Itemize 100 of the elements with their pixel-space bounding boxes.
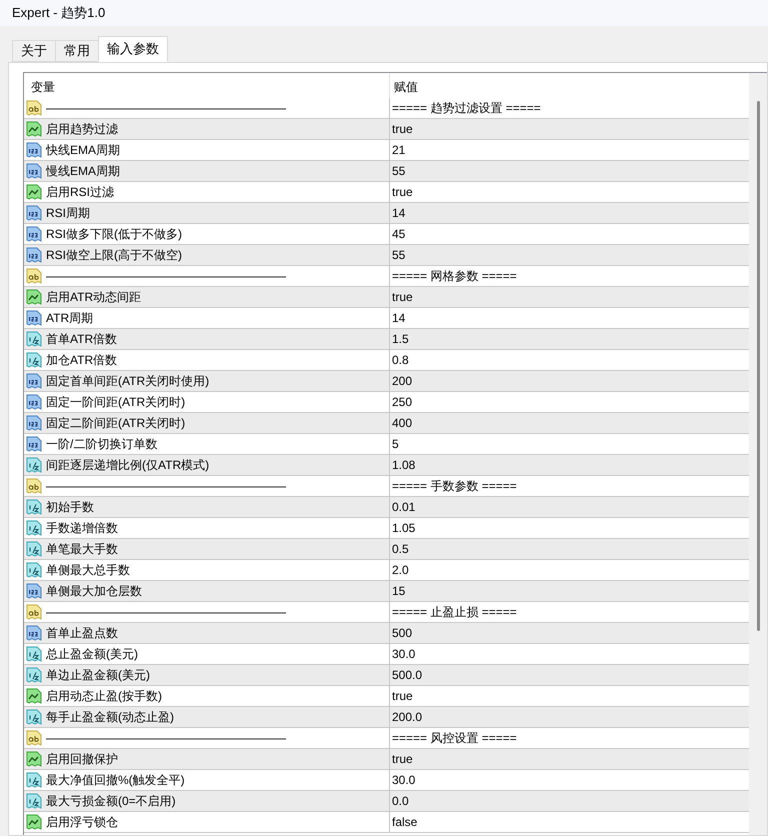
parameter-row[interactable]: RSI做多下限(低于不做多) 45 — [24, 224, 749, 245]
parameter-value: 0.5 — [391, 541, 409, 558]
fraction-type-icon — [26, 772, 42, 788]
fraction-type-icon — [26, 709, 42, 725]
parameter-name: RSI做空上限(高于不做空) — [46, 247, 182, 264]
parameter-value: 0.01 — [391, 499, 416, 516]
parameter-row[interactable]: 总止盈金额(美元) 30.0 — [24, 644, 749, 665]
integer-type-icon — [26, 625, 42, 641]
parameter-row[interactable]: ———————————————————— ===== 网格参数 ===== — [24, 266, 749, 287]
integer-type-icon — [26, 436, 42, 452]
parameter-row[interactable]: 单侧最大总手数 2.0 — [24, 560, 749, 581]
parameter-value: ===== 手数参数 ===== — [391, 478, 517, 495]
fraction-type-icon — [26, 793, 42, 809]
column-header[interactable]: 赋值 — [390, 75, 418, 96]
parameter-row[interactable]: 最大净值回撤%(触发全平) 30.0 — [24, 770, 749, 791]
parameter-name: RSI周期 — [46, 205, 90, 222]
parameter-value: ===== 网格参数 ===== — [391, 268, 517, 285]
parameter-row[interactable]: 首单止盈点数 500 — [24, 623, 749, 644]
parameter-row[interactable]: 每手止盈金额(动态止盈) 200.0 — [24, 707, 749, 728]
parameter-value: 21 — [391, 142, 406, 159]
parameter-name: ———————————————————— — [46, 604, 286, 621]
parameter-row[interactable]: 间距逐层递增比例(仅ATR模式) 1.08 — [24, 455, 749, 476]
parameter-row[interactable]: 启用趋势过滤 true — [24, 119, 749, 140]
parameter-row[interactable]: 固定首单间距(ATR关闭时使用) 200 — [24, 371, 749, 392]
parameter-value: 14 — [391, 205, 406, 222]
string-type-icon — [26, 100, 42, 116]
parameter-name: 手数递增倍数 — [46, 520, 118, 537]
parameter-value: 5 — [391, 436, 399, 453]
parameter-row[interactable]: 加仓ATR倍数 0.8 — [24, 350, 749, 371]
parameter-row[interactable]: ———————————————————— ===== 风控设置 ===== — [24, 728, 749, 749]
parameter-value: 2.0 — [391, 562, 409, 579]
parameter-row[interactable]: 启用RSI过滤 true — [24, 182, 749, 203]
parameter-row[interactable]: 单边止盈金额(美元) 500.0 — [24, 665, 749, 686]
parameter-value: ===== 风控设置 ===== — [391, 730, 517, 747]
parameter-row[interactable]: 最大亏损金额(0=不启用) 0.0 — [24, 791, 749, 812]
string-type-icon — [26, 730, 42, 746]
parameter-name: 最大亏损金额(0=不启用) — [46, 793, 176, 810]
parameter-row[interactable]: RSI周期 14 — [24, 203, 749, 224]
scrollbar-thumb[interactable] — [756, 101, 760, 631]
parameter-row[interactable]: 初始手数 0.01 — [24, 497, 749, 518]
parameter-row[interactable]: 启用ATR动态间距 true — [24, 287, 749, 308]
parameter-row[interactable]: ATR周期 14 — [24, 308, 749, 329]
parameter-value: 400 — [391, 415, 412, 432]
parameter-row[interactable]: 单侧最大加仓层数 15 — [24, 581, 749, 602]
parameter-row[interactable]: 慢线EMA周期 55 — [24, 161, 749, 182]
integer-type-icon — [26, 247, 42, 263]
parameter-row[interactable]: 一阶/二阶切换订单数 5 — [24, 434, 749, 455]
integer-type-icon — [26, 226, 42, 242]
parameter-row[interactable]: ———————————————————— ===== 止盈止损 ===== — [24, 602, 749, 623]
parameter-value: true — [391, 688, 413, 705]
parameter-row[interactable]: 启用动态止盈(按手数) true — [24, 686, 749, 707]
fraction-type-icon — [26, 562, 42, 578]
fraction-type-icon — [26, 457, 42, 473]
parameter-name: 启用趋势过滤 — [46, 121, 118, 138]
toggle-type-icon — [26, 751, 42, 767]
parameter-name: ———————————————————— — [46, 268, 286, 285]
tab[interactable]: 关于 — [12, 40, 55, 62]
parameter-value: 30.0 — [391, 772, 416, 789]
parameter-row[interactable]: 固定一阶间距(ATR关闭时) 250 — [24, 392, 749, 413]
parameter-value: 500.0 — [391, 667, 422, 684]
parameter-name: 固定首单间距(ATR关闭时使用) — [46, 373, 210, 390]
parameter-value: 55 — [391, 163, 406, 180]
parameter-row[interactable]: 快线EMA周期 21 — [24, 140, 749, 161]
parameter-name: 启用回撤保护 — [46, 751, 118, 768]
scrollbar[interactable] — [749, 73, 767, 835]
parameter-row[interactable]: 固定二阶间距(ATR关闭时) 400 — [24, 413, 749, 434]
parameter-value: 45 — [391, 226, 406, 243]
parameter-name: 单边止盈金额(美元) — [46, 667, 150, 684]
parameter-row[interactable]: ———————————————————— ===== 手数参数 ===== — [24, 476, 749, 497]
parameter-value: ===== 趋势过滤设置 ===== — [391, 100, 541, 117]
parameter-name: 启用ATR动态间距 — [46, 289, 142, 306]
integer-type-icon — [26, 163, 42, 179]
parameter-row[interactable]: 启用回撤保护 true — [24, 749, 749, 770]
parameter-name: 加仓ATR倍数 — [46, 352, 118, 369]
fraction-type-icon — [26, 541, 42, 557]
parameter-name: 单笔最大手数 — [46, 541, 118, 558]
fraction-type-icon — [26, 331, 42, 347]
parameter-row[interactable]: ———————————————————— ===== 趋势过滤设置 ===== — [24, 98, 749, 119]
parameter-row[interactable]: 单笔最大手数 0.5 — [24, 539, 749, 560]
fraction-type-icon — [26, 352, 42, 368]
toggle-type-icon — [26, 688, 42, 704]
parameter-value: 1.08 — [391, 457, 416, 474]
parameter-row[interactable]: 启用浮亏锁仓 false — [24, 812, 749, 833]
parameter-name: 启用RSI过滤 — [46, 184, 114, 201]
fraction-type-icon — [26, 520, 42, 536]
parameter-value: 55 — [391, 247, 406, 264]
integer-type-icon — [26, 583, 42, 599]
toggle-type-icon — [26, 814, 42, 830]
toggle-type-icon — [26, 289, 42, 305]
tab[interactable]: 常用 — [55, 40, 98, 62]
parameter-name: 启用动态止盈(按手数) — [46, 688, 162, 705]
parameter-value: 30.0 — [391, 646, 416, 663]
parameter-row[interactable]: 首单ATR倍数 1.5 — [24, 329, 749, 350]
toggle-type-icon — [26, 121, 42, 137]
tab[interactable]: 输入参数 — [98, 36, 168, 62]
parameter-row[interactable]: 手数递增倍数 1.05 — [24, 518, 749, 539]
parameter-row[interactable]: RSI做空上限(高于不做空) 55 — [24, 245, 749, 266]
string-type-icon — [26, 268, 42, 284]
integer-type-icon — [26, 415, 42, 431]
fraction-type-icon — [26, 646, 42, 662]
